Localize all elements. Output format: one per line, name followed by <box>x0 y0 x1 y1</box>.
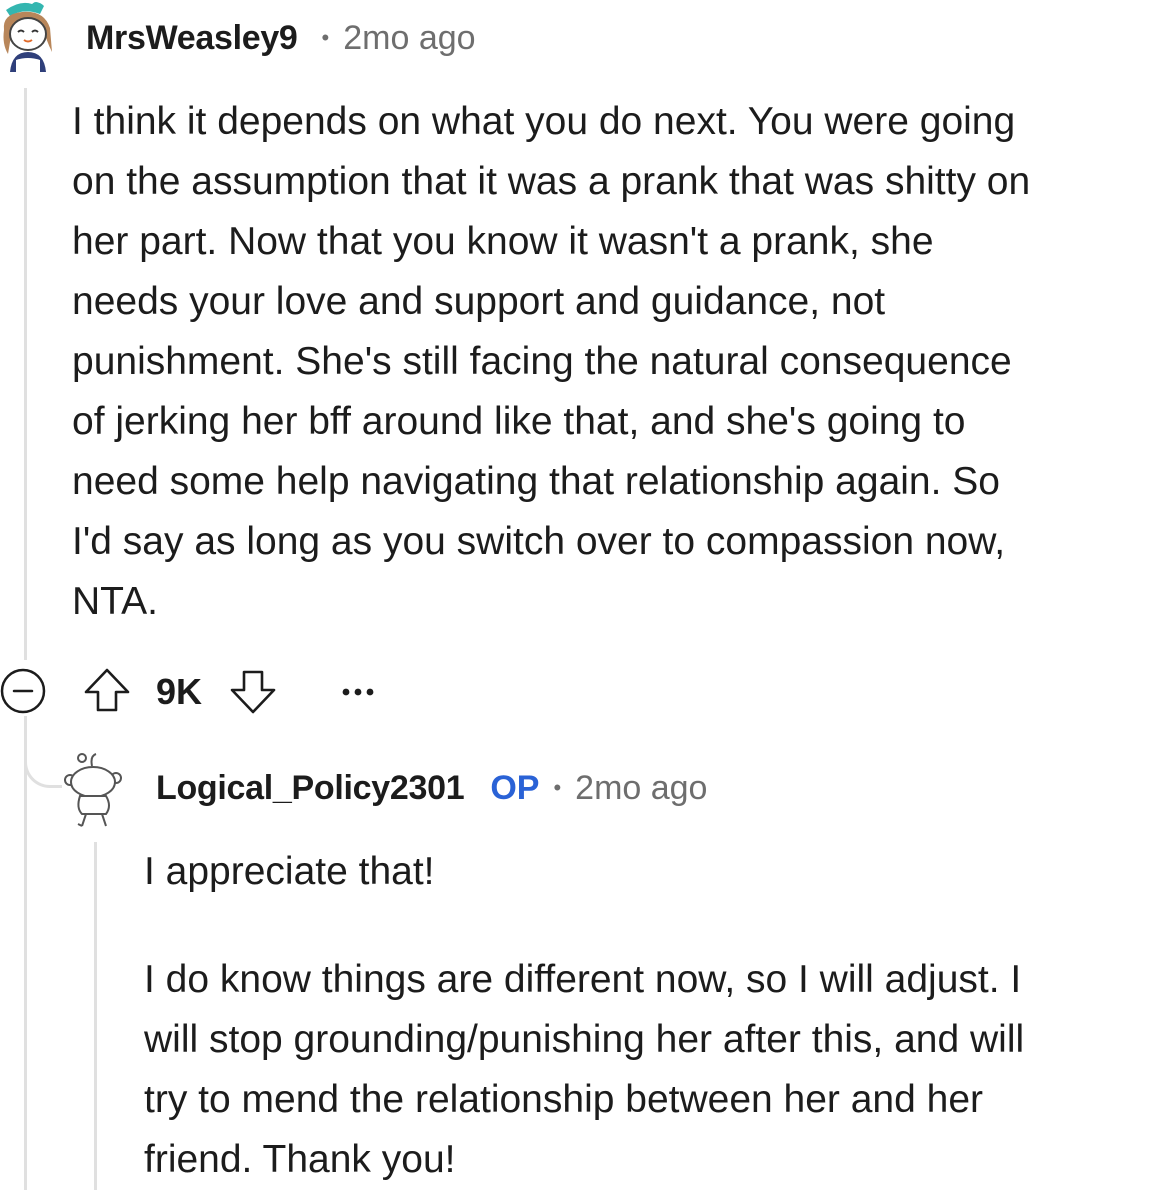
timestamp[interactable]: 2mo ago <box>343 19 475 58</box>
ellipsis-icon[interactable] <box>338 672 378 712</box>
separator-dot: • <box>321 25 330 50</box>
reply-connector <box>24 740 62 788</box>
reply-body: I appreciate that! I do know things are … <box>144 842 1144 1190</box>
reply-paragraph: I do know things are different now, so I… <box>144 958 1025 1181</box>
thread-line[interactable] <box>24 88 27 660</box>
arrow-up-icon[interactable] <box>82 666 132 716</box>
comment-action-bar: 9K <box>0 660 500 720</box>
snoo-avatar-icon[interactable] <box>0 0 56 72</box>
comment-text: I think it depends on what you do next. … <box>72 100 1031 623</box>
separator-dot: • <box>553 775 562 800</box>
default-snoo-avatar-icon[interactable] <box>62 750 126 828</box>
collapse-minus-icon[interactable] <box>0 668 46 714</box>
comment-header: MrsWeasley9 • 2mo ago <box>86 16 476 60</box>
reply-header: Logical_Policy2301 OP • 2mo ago <box>156 766 707 810</box>
thread-line[interactable] <box>24 716 27 1190</box>
reply-paragraph: I appreciate that! <box>144 850 435 893</box>
reply-timestamp[interactable]: 2mo ago <box>575 769 707 808</box>
vote-count: 9K <box>156 671 203 712</box>
op-badge: OP <box>490 768 540 807</box>
arrow-down-icon[interactable] <box>228 666 278 716</box>
reply-thread-line[interactable] <box>94 842 97 1190</box>
reply-username[interactable]: Logical_Policy2301 <box>156 769 465 808</box>
comment-body: I think it depends on what you do next. … <box>72 92 1152 632</box>
username[interactable]: MrsWeasley9 <box>86 19 298 58</box>
